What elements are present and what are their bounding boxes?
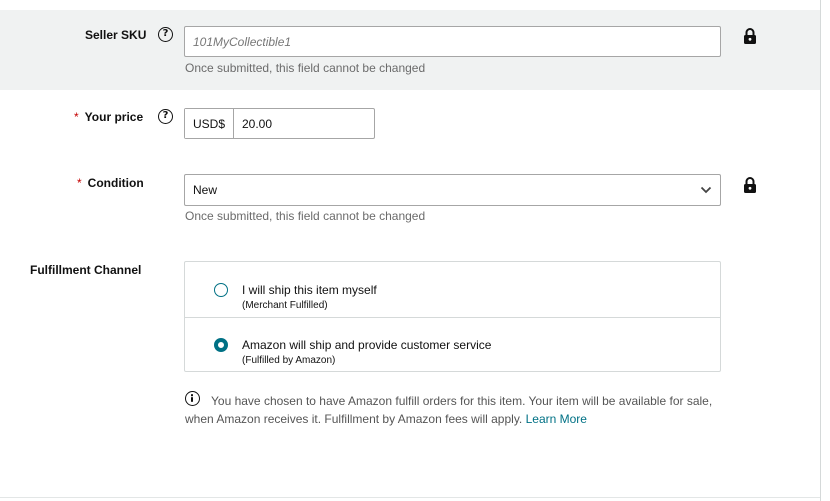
condition-selected-value: New [193,183,218,197]
page-bottom-border [0,497,820,498]
info-message: You have chosen to have Amazon fulfill o… [185,394,713,426]
your-price-label: * Your price [74,110,143,124]
radio-fulfilled-by-amazon[interactable] [214,338,228,352]
option-divider [185,317,720,318]
chevron-down-icon [700,186,712,194]
radio-merchant-fulfilled[interactable] [214,283,228,297]
seller-sku-label: Seller SKU [85,28,147,42]
seller-sku-input[interactable]: 101MyCollectible1 [184,26,721,57]
condition-hint: Once submitted, this field cannot be cha… [185,209,426,223]
condition-label: * Condition [77,176,144,190]
fulfillment-info-text: You have chosen to have Amazon fulfill o… [185,392,715,428]
seller-sku-hint: Once submitted, this field cannot be cha… [185,61,426,75]
help-icon[interactable]: ? [158,27,173,42]
option-title[interactable]: I will ship this item myself [242,283,377,297]
option-subtitle: (Merchant Fulfilled) [242,300,328,311]
required-marker: * [74,110,79,124]
required-marker: * [77,176,82,190]
lock-icon [744,28,756,44]
fulfillment-options: I will ship this item myself (Merchant F… [184,261,721,372]
condition-select[interactable]: New [184,174,721,206]
learn-more-link[interactable]: Learn More [526,412,587,426]
condition-label-text: Condition [87,176,144,190]
page-right-border [820,0,821,501]
currency-prefix: USD$ [185,109,234,138]
price-input[interactable]: 20.00 [234,109,374,138]
fulfillment-channel-label: Fulfillment Channel [30,263,142,277]
lock-icon [744,177,756,193]
your-price-label-text: Your price [84,110,144,124]
help-icon[interactable]: ? [158,109,173,124]
price-input-group: USD$ 20.00 [184,108,375,139]
option-subtitle: (Fulfilled by Amazon) [242,355,336,366]
option-title[interactable]: Amazon will ship and provide customer se… [242,338,491,352]
